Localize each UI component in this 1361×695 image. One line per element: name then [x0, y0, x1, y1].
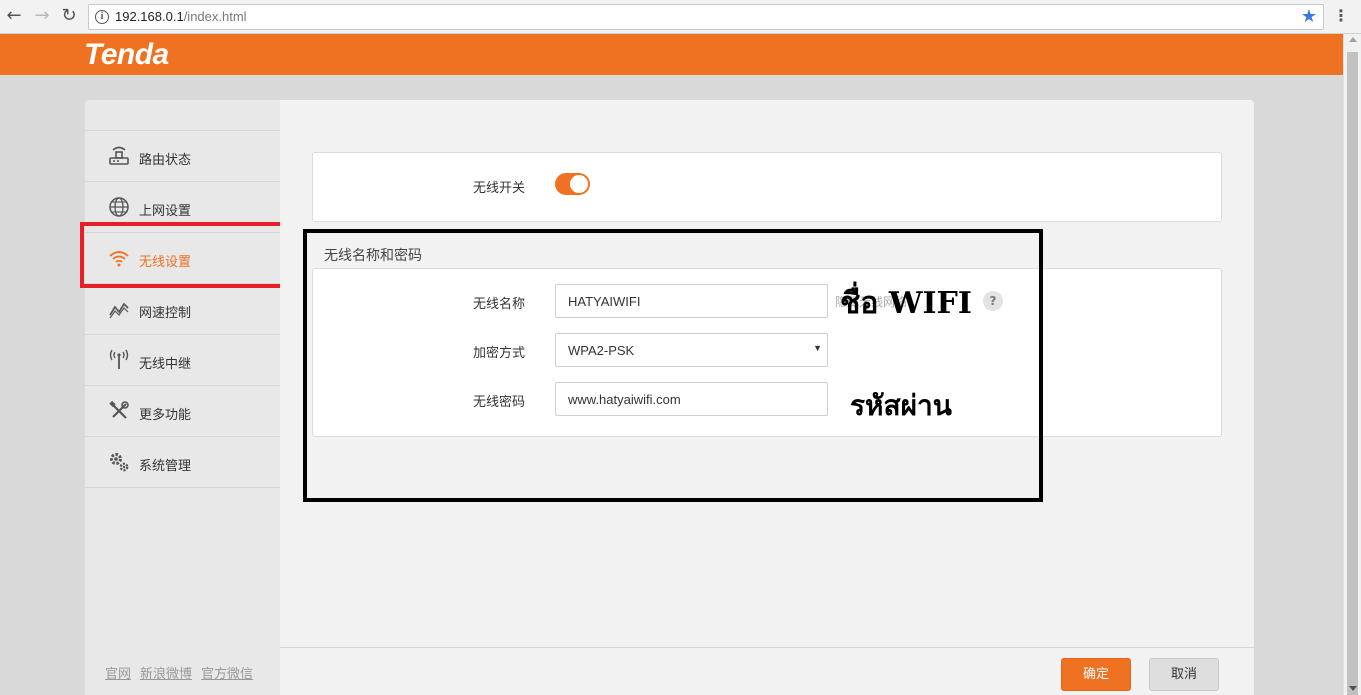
sidebar-item-label: 更多功能 — [139, 408, 192, 423]
sidebar-item-label: 网速控制 — [139, 306, 192, 321]
forward-arrow-icon[interactable]: → — [31, 5, 53, 27]
header-bar: Tenda — [0, 34, 1343, 75]
info-icon[interactable]: i — [95, 10, 109, 24]
toggle-knob — [570, 175, 588, 193]
footer-link-official-site[interactable]: 官网 — [105, 667, 131, 682]
annotation-password-note: รหัสผ่าน — [850, 389, 952, 422]
wireless-switch-label: 无线开关 — [472, 181, 525, 196]
back-arrow-icon[interactable]: ← — [3, 5, 25, 27]
scroll-thumb[interactable] — [1347, 52, 1358, 695]
footer-link-weibo[interactable]: 新浪微博 — [140, 667, 192, 682]
sidebar-item-label: 上网设置 — [139, 204, 192, 219]
url-text: 192.168.0.1/index.html — [115, 9, 247, 24]
globe-icon — [109, 197, 129, 217]
sidebar-footer-links: 官网 新浪微博 官方微信 — [105, 663, 262, 682]
sidebar-item-label: 无线中继 — [139, 357, 192, 372]
wireless-switch-card: 无线开关 — [312, 152, 1222, 222]
confirm-button[interactable]: 确定 — [1061, 658, 1131, 691]
action-divider — [280, 647, 1254, 648]
sidebar-item-label: 路由状态 — [139, 153, 192, 168]
wireless-switch-toggle[interactable] — [555, 173, 590, 195]
bookmark-star-icon[interactable]: ★ — [1301, 6, 1317, 27]
sidebar: 路由状态 上网设置 无线设置 网速控制 无线中继 更多功能 系统管理 官网 新浪… — [85, 100, 280, 695]
sidebar-item-router-status[interactable]: 路由状态 — [85, 131, 280, 182]
router-icon — [109, 146, 129, 165]
address-bar[interactable]: i 192.168.0.1/index.html ★ — [88, 4, 1324, 30]
browser-menu-icon[interactable]: ⋮ — [1333, 6, 1349, 26]
gears-icon — [110, 453, 129, 472]
annotation-highlight-wireless-menu — [80, 222, 286, 288]
sidebar-item-more-functions[interactable]: 更多功能 — [85, 386, 280, 437]
tenda-logo: Tenda — [84, 38, 169, 71]
footer-link-wechat[interactable]: 官方微信 — [201, 667, 253, 682]
tools-icon — [109, 400, 129, 419]
reload-icon[interactable]: ↻ — [58, 5, 80, 27]
sidebar-item-system-management[interactable]: 系统管理 — [85, 437, 280, 488]
sidebar-item-label: 系统管理 — [139, 459, 192, 474]
sidebar-item-speed-control[interactable]: 网速控制 — [85, 284, 280, 335]
annotation-box — [303, 229, 1043, 502]
sidebar-item-wireless-repeater[interactable]: 无线中继 — [85, 335, 280, 386]
scroll-up-arrow-icon[interactable] — [1349, 37, 1357, 42]
annotation-ssid-note: ชื่อ WIFI — [840, 286, 972, 321]
antenna-icon — [109, 349, 129, 369]
page-scrollbar[interactable] — [1343, 34, 1361, 695]
sidebar-menu: 路由状态 上网设置 无线设置 网速控制 无线中继 更多功能 系统管理 — [85, 130, 280, 488]
cancel-button[interactable]: 取消 — [1149, 658, 1219, 691]
browser-toolbar: ← → ↻ i 192.168.0.1/index.html ★ ⋮ — [0, 0, 1361, 34]
speed-chart-icon — [109, 302, 129, 319]
scroll-down-arrow-icon[interactable] — [1349, 686, 1357, 691]
